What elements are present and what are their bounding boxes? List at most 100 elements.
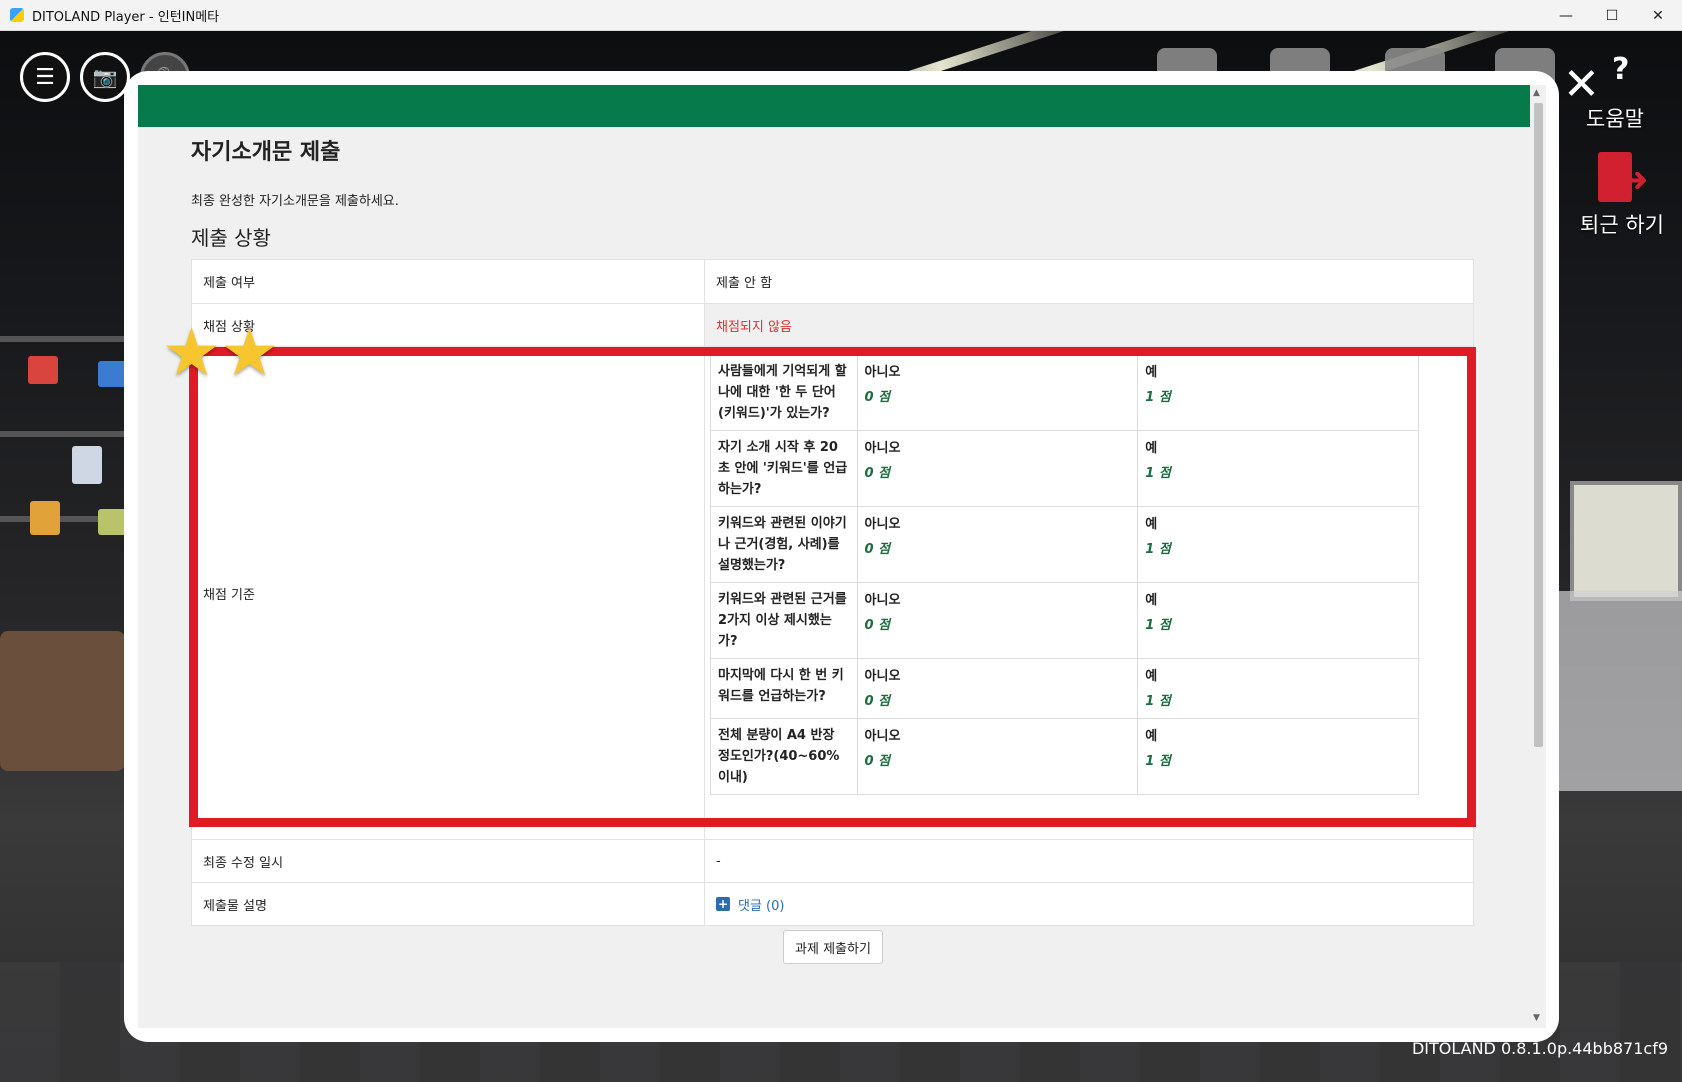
window-title: DITOLAND Player - 인턴IN메타	[32, 9, 220, 25]
modal-header-bar	[138, 85, 1530, 127]
modal-close-icon[interactable]: ✕	[1563, 63, 1600, 107]
maximize-button[interactable]: ☐	[1589, 0, 1635, 31]
star-icon: ★	[162, 314, 222, 391]
scrollbar-thumb[interactable]	[1534, 103, 1543, 747]
criteria-question: 키워드와 관련된 근거를 2가지 이상 제시했는가?	[710, 582, 858, 659]
criteria-row: 사람들에게 기억되게 할 나에 대한 '한 두 단어(키워드)'가 있는가? 아니…	[710, 354, 1419, 431]
no-score: 0 점	[864, 542, 891, 557]
camera-button[interactable]: 📷	[80, 52, 130, 102]
yes-label: 예	[1145, 669, 1158, 684]
criteria-question: 전체 분량이 A4 반장 정도인가?(40~60% 이내)	[710, 718, 858, 795]
no-score: 0 점	[864, 466, 891, 481]
submission-status-table: 제출 여부 제출 안 함 채점 상황 채점되지 않음 채점 기준 사람들에게 기…	[191, 259, 1474, 926]
no-score: 0 점	[864, 754, 891, 769]
criteria-row: 키워드와 관련된 이야기나 근거(경험, 사례)를 설명했는가? 아니오 0 점 예 1…	[710, 506, 1419, 583]
status-row-description: 제출물 설명 + 댓글 (0)	[191, 882, 1474, 926]
page-description: 최종 완성한 자기소개문을 제출하세요.	[191, 194, 399, 209]
camera-icon: 📷	[92, 65, 118, 89]
no-option: 아니오 0 점	[856, 718, 1139, 795]
yes-label: 예	[1145, 365, 1158, 380]
leave-work-label[interactable]: 퇴근 하기	[1580, 209, 1664, 239]
bulletin-board	[1570, 481, 1682, 601]
yes-score: 1 점	[1145, 542, 1171, 557]
window-titlebar: DITOLAND Player - 인턴IN메타 — ☐ ✕	[0, 0, 1682, 31]
description-label: 제출물 설명	[191, 882, 705, 926]
menu-button[interactable]: ☰	[20, 52, 70, 102]
submit-assignment-button[interactable]: 과제 제출하기	[783, 930, 883, 964]
store-shelf	[0, 336, 125, 342]
scroll-down-arrow-icon[interactable]: ▼	[1533, 1013, 1540, 1023]
hamburger-menu-icon: ☰	[35, 64, 55, 90]
no-label: 아니오	[864, 729, 901, 744]
yes-score: 1 점	[1145, 754, 1171, 769]
yes-score: 1 점	[1145, 466, 1171, 481]
star-icon: ★	[220, 314, 280, 391]
yes-option: 예 1 점	[1137, 430, 1419, 507]
minimize-button[interactable]: —	[1543, 0, 1589, 31]
store-shelf	[0, 431, 125, 437]
shelf-product	[28, 356, 58, 384]
no-label: 아니오	[864, 669, 901, 684]
criteria-row: 마지막에 다시 한 번 키워드를 언급하는가? 아니오 0 점 예 1 점	[710, 658, 1419, 719]
section-title: 제출 상황	[191, 226, 271, 250]
yes-score: 1 점	[1145, 390, 1171, 405]
no-option: 아니오 0 점	[856, 430, 1139, 507]
no-score: 0 점	[864, 390, 891, 405]
criteria-table: 사람들에게 기억되게 할 나에 대한 '한 두 단어(키워드)'가 있는가? 아니…	[710, 354, 1419, 795]
no-option: 아니오 0 점	[856, 506, 1139, 583]
yes-label: 예	[1145, 729, 1158, 744]
sofa	[0, 631, 125, 771]
yes-option: 예 1 점	[1137, 718, 1419, 795]
close-window-button[interactable]: ✕	[1635, 0, 1681, 31]
status-row-grading: 채점 상황 채점되지 않음	[191, 303, 1474, 347]
criteria-table-body: 사람들에게 기억되게 할 나에 대한 '한 두 단어(키워드)'가 있는가? 아니…	[710, 354, 1419, 795]
modal-scrollbar[interactable]: ▲ ▼	[1530, 85, 1546, 1028]
no-score: 0 점	[864, 618, 891, 633]
help-icon[interactable]: ?	[1612, 52, 1642, 88]
yes-label: 예	[1145, 593, 1158, 608]
criteria-question: 자기 소개 시작 후 20초 안에 '키워드'를 언급하는가?	[710, 430, 858, 507]
criteria-row: 자기 소개 시작 후 20초 안에 '키워드'를 언급하는가? 아니오 0 점 예 1 …	[710, 430, 1419, 507]
yes-option: 예 1 점	[1137, 354, 1419, 431]
page-title: 자기소개문 제출	[191, 140, 341, 165]
criteria-cell: 사람들에게 기억되게 할 나에 대한 '한 두 단어(키워드)'가 있는가? 아니…	[704, 346, 1474, 840]
comments-link-label[interactable]: 댓글 (0)	[738, 895, 784, 914]
modified-value: -	[704, 839, 1474, 883]
criteria-label: 채점 기준	[191, 346, 705, 840]
description-value: + 댓글 (0)	[704, 882, 1474, 926]
criteria-question: 키워드와 관련된 이야기나 근거(경험, 사례)를 설명했는가?	[710, 506, 858, 583]
status-row-modified: 최종 수정 일시 -	[191, 839, 1474, 883]
no-label: 아니오	[864, 517, 901, 532]
modified-label: 최종 수정 일시	[191, 839, 705, 883]
no-option: 아니오 0 점	[856, 582, 1139, 659]
plus-icon: +	[716, 897, 730, 911]
no-option: 아니오 0 점	[856, 354, 1139, 431]
yes-score: 1 점	[1145, 618, 1171, 633]
no-label: 아니오	[864, 441, 901, 456]
grading-status-value: 채점되지 않음	[704, 303, 1474, 347]
yes-option: 예 1 점	[1137, 506, 1419, 583]
yes-score: 1 점	[1145, 694, 1171, 709]
submitted-value: 제출 안 함	[704, 259, 1474, 304]
yes-label: 예	[1145, 517, 1158, 532]
submitted-label: 제출 여부	[191, 259, 705, 304]
criteria-row: 전체 분량이 A4 반장 정도인가?(40~60% 이내) 아니오 0 점 예 1 점	[710, 718, 1419, 795]
yes-option: 예 1 점	[1137, 658, 1419, 719]
version-text: DITOLAND 0.8.1.0p.44bb871cf9	[1411, 1039, 1668, 1058]
criteria-row: 키워드와 관련된 근거를 2가지 이상 제시했는가? 아니오 0 점 예 1 점	[710, 582, 1419, 659]
yes-option: 예 1 점	[1137, 582, 1419, 659]
comments-link[interactable]: + 댓글 (0)	[716, 895, 784, 914]
yes-label: 예	[1145, 441, 1158, 456]
no-label: 아니오	[864, 593, 901, 608]
status-row-submitted: 제출 여부 제출 안 함	[191, 259, 1474, 304]
app-logo-icon	[10, 8, 24, 22]
no-label: 아니오	[864, 365, 901, 380]
shelf-product	[72, 446, 102, 484]
exit-arrow-icon: ➜	[1620, 160, 1649, 200]
status-row-criteria: 채점 기준 사람들에게 기억되게 할 나에 대한 '한 두 단어(키워드)'가 …	[191, 346, 1474, 840]
criteria-question: 사람들에게 기억되게 할 나에 대한 '한 두 단어(키워드)'가 있는가?	[710, 354, 858, 431]
no-score: 0 점	[864, 694, 891, 709]
scroll-up-arrow-icon[interactable]: ▲	[1533, 88, 1540, 98]
no-option: 아니오 0 점	[856, 658, 1139, 719]
criteria-question: 마지막에 다시 한 번 키워드를 언급하는가?	[710, 658, 858, 719]
